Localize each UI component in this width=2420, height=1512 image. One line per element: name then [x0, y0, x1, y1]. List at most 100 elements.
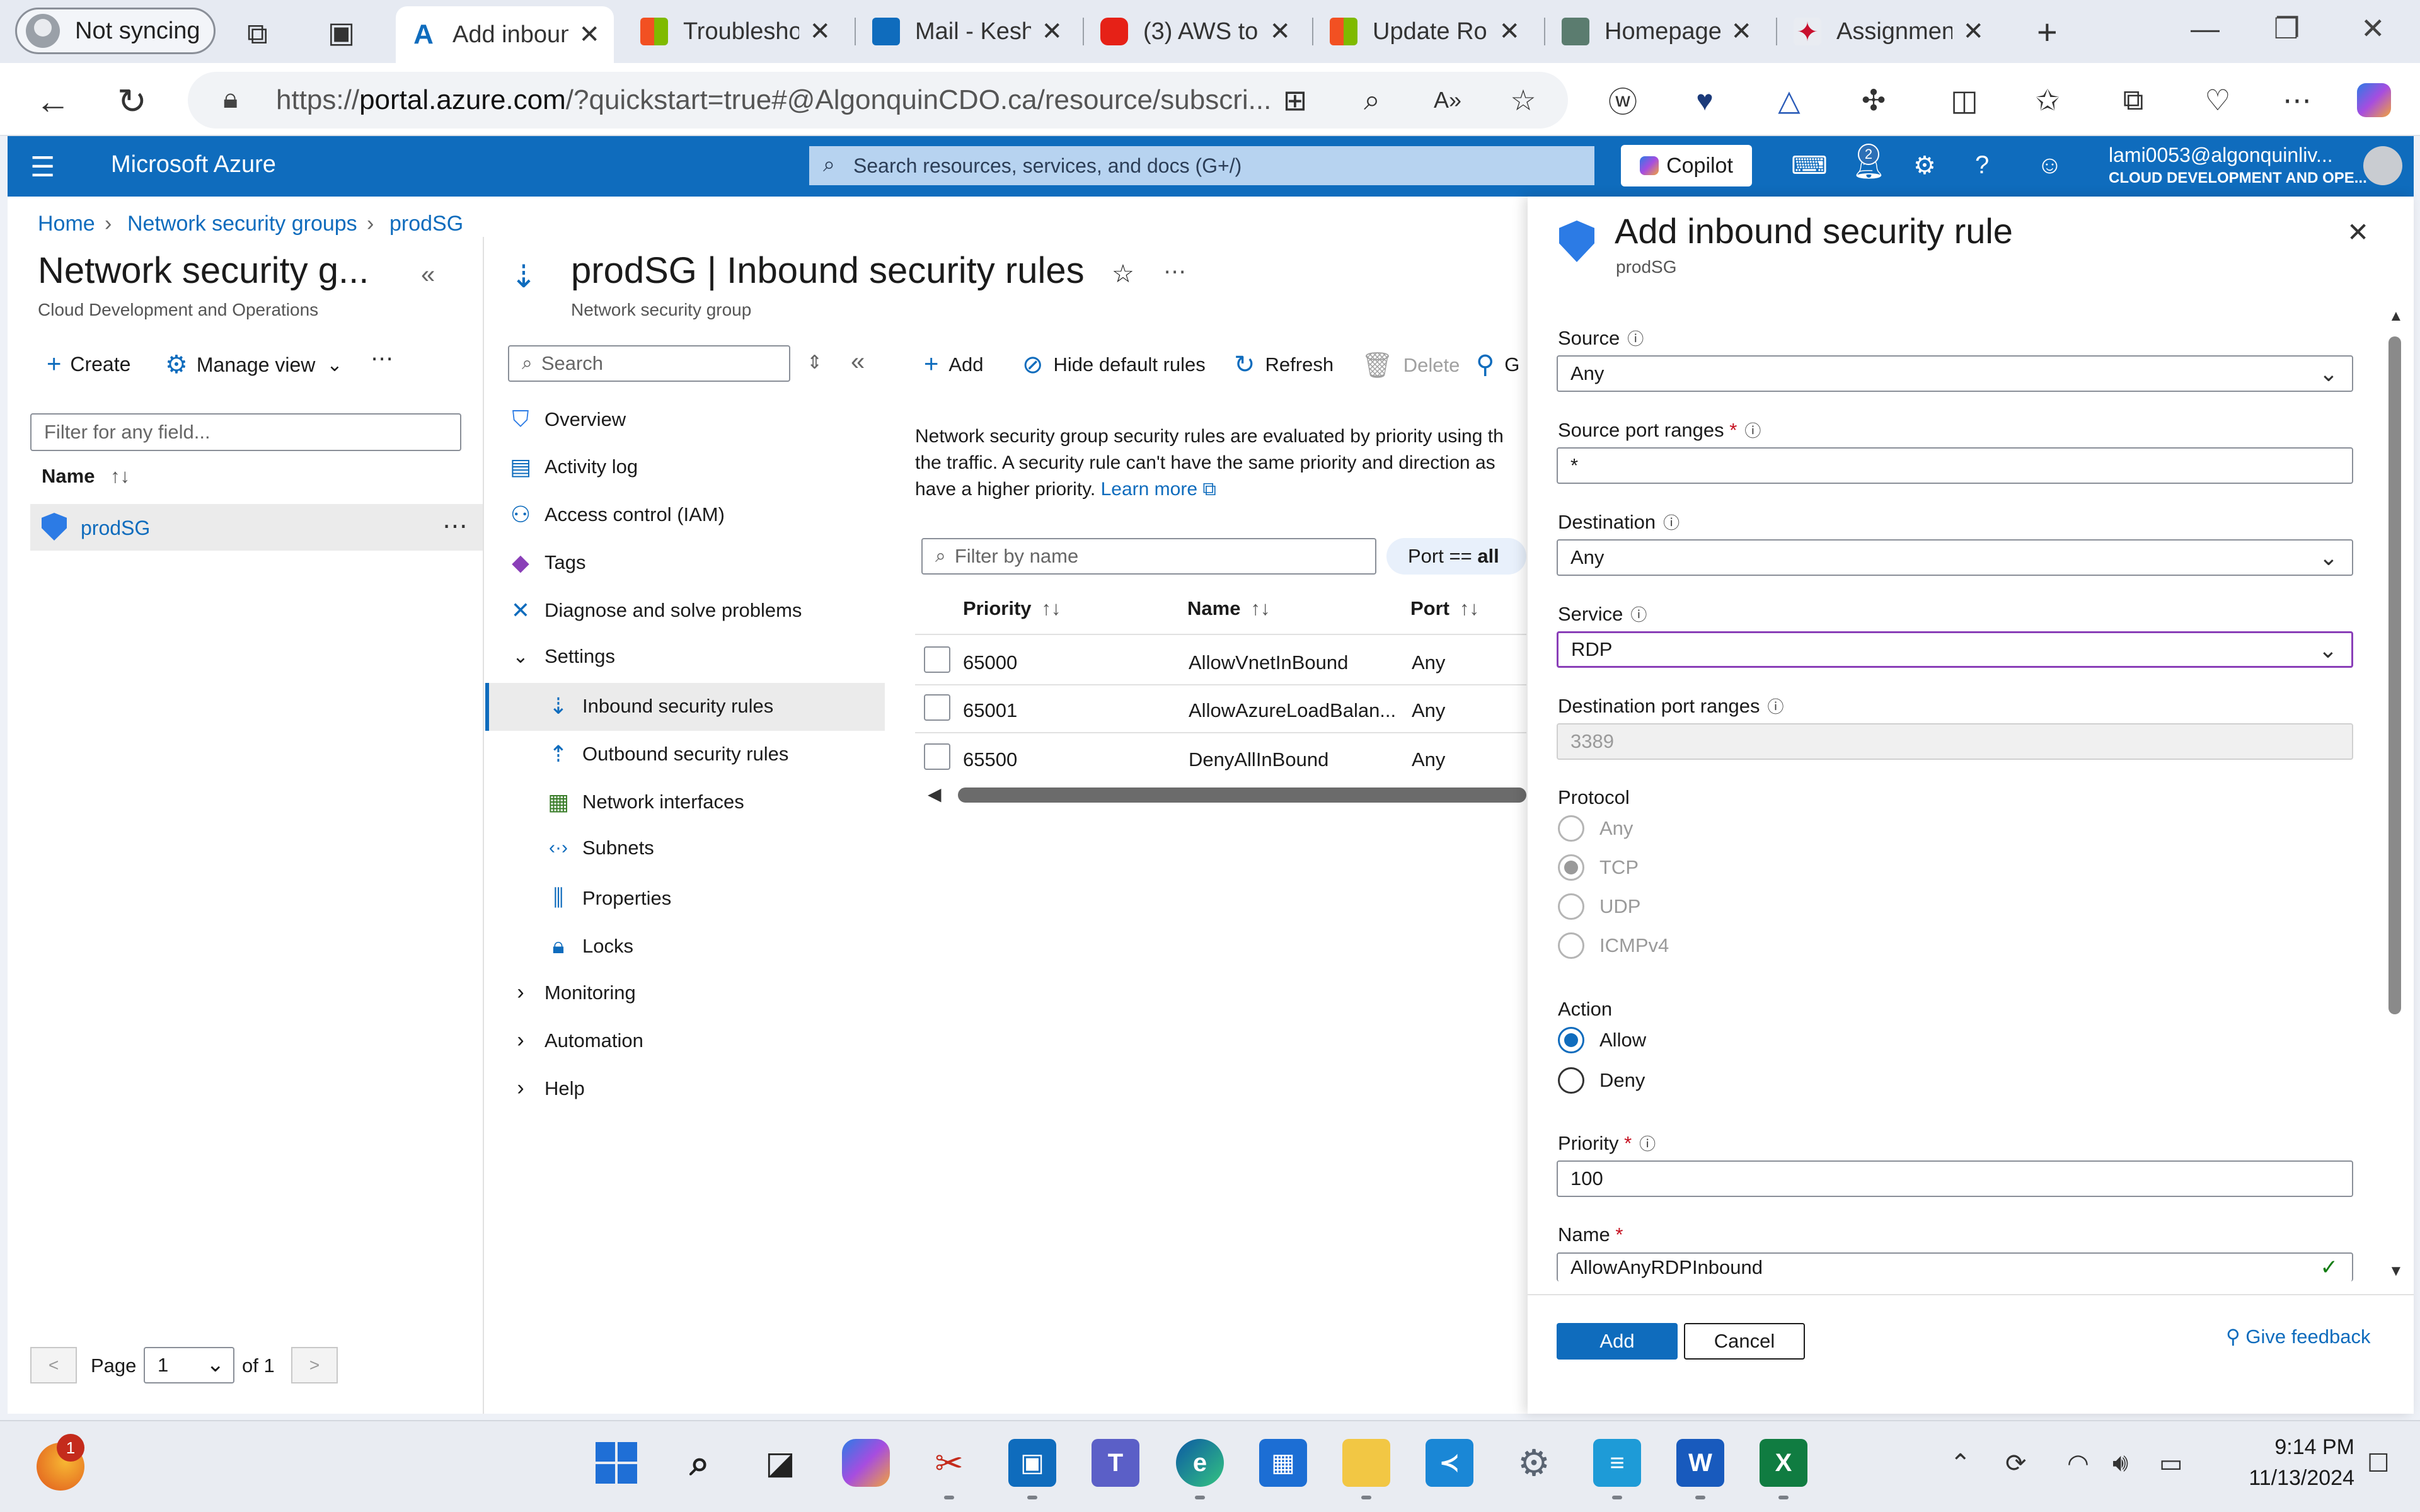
extensions-puzzle-icon[interactable]: ✣ [1857, 83, 1891, 117]
expand-collapse-icon[interactable]: ⇕ [807, 352, 822, 374]
tab-actions-icon[interactable]: ▣ [328, 15, 355, 49]
notification-center-icon[interactable]: ☐ [2367, 1449, 2390, 1478]
source-select[interactable]: Any ⌄ [1557, 355, 2353, 392]
horizontal-scrollbar[interactable] [958, 788, 1526, 803]
close-tab-icon[interactable]: ✕ [1269, 17, 1291, 46]
extension-w-icon[interactable]: ⓦ [1606, 83, 1640, 118]
volume-icon[interactable]: 🔊︎ [2112, 1449, 2128, 1477]
help-icon[interactable]: ? [1975, 151, 1989, 180]
wifi-icon[interactable]: ◠ [2067, 1449, 2089, 1478]
rule-name[interactable]: DenyAllInBound [1189, 748, 1328, 771]
tab-youtube[interactable]: (3) AWS to ✕ [1086, 6, 1305, 57]
profile-button[interactable]: Not syncing [15, 8, 216, 54]
favorites-icon[interactable]: ✩ [2031, 83, 2065, 117]
collections-icon[interactable]: ⧉ [2116, 83, 2150, 117]
favorite-star-icon[interactable]: ☆ [1506, 83, 1540, 117]
protocol-tcp-radio[interactable]: TCP [1558, 854, 1639, 881]
tab-update-roll[interactable]: Update Roll ✕ [1316, 6, 1534, 57]
copilot-app-icon[interactable] [842, 1439, 890, 1487]
row-checkbox[interactable] [924, 694, 950, 721]
more-commands-button[interactable]: ⚲ G [1476, 350, 1519, 379]
copilot-button[interactable]: Copilot [1621, 145, 1752, 186]
name-column-header[interactable]: Name ↑↓ [42, 465, 130, 488]
remote-desktop-icon[interactable]: ▣ [1008, 1439, 1056, 1487]
rule-name[interactable]: AllowAzureLoadBalan... [1189, 699, 1396, 722]
menu-help-group[interactable]: › Help [508, 1076, 584, 1101]
row-checkbox[interactable] [924, 646, 950, 673]
row-more-icon[interactable]: ⋯ [442, 512, 468, 541]
info-icon[interactable]: ⓘ [1630, 605, 1647, 624]
menu-diagnose[interactable]: ✕ Diagnose and solve problems [508, 597, 802, 624]
account-menu[interactable]: lami0053@algonquinliv... CLOUD DEVELOPME… [2109, 144, 2367, 187]
priority-column-header[interactable]: Priority ↑↓ [963, 597, 1061, 620]
rule-name[interactable]: AllowVnetInBound [1189, 651, 1348, 674]
breadcrumb-home[interactable]: Home [38, 212, 95, 236]
tab-assignment[interactable]: ✦ Assignment ✕ [1780, 6, 1998, 57]
page-select[interactable]: 1 ⌄ [144, 1347, 234, 1383]
menu-locks[interactable]: 🔒︎ Locks [546, 932, 633, 959]
menu-activity-log[interactable]: ▤ Activity log [508, 454, 638, 480]
settings-gear-icon[interactable]: ⚙ [1913, 151, 1936, 180]
menu-properties[interactable]: ⫼ Properties [546, 885, 672, 912]
collapse-menu-icon[interactable]: « [851, 348, 865, 376]
close-tab-icon[interactable]: ✕ [809, 17, 831, 46]
menu-inbound-rules[interactable]: ⇣ Inbound security rules [546, 693, 773, 719]
close-tab-icon[interactable]: ✕ [579, 20, 600, 49]
more-options-icon[interactable]: ⋯ [1163, 258, 1186, 285]
site-info-lock-icon[interactable]: 🔒︎ [223, 83, 238, 115]
edge-browser-icon[interactable]: e [1176, 1439, 1224, 1487]
nsg-item-link[interactable]: prodSG [81, 517, 150, 540]
more-menu-icon[interactable]: ⋯ [2280, 83, 2314, 117]
close-tab-icon[interactable]: ✕ [1962, 17, 1984, 46]
split-screen-icon[interactable]: ◫ [1947, 83, 1981, 117]
info-icon[interactable]: ⓘ [1639, 1135, 1656, 1154]
cloud-shell-icon[interactable]: ⌨ [1791, 151, 1828, 180]
panel-scrollbar[interactable] [2388, 336, 2401, 1014]
sync-icon[interactable]: ⟳ [2005, 1449, 2027, 1478]
store-icon[interactable]: ▦ [1259, 1439, 1307, 1487]
breadcrumb-prodsg[interactable]: prodSG [389, 212, 463, 236]
new-tab-icon[interactable]: + [2037, 11, 2058, 52]
tab-mail[interactable]: Mail - Kesh ✕ [858, 6, 1076, 57]
zoom-icon[interactable]: ⌕ [1355, 83, 1389, 117]
excel-icon[interactable]: X [1760, 1439, 1807, 1487]
teams-icon[interactable]: T [1092, 1439, 1139, 1487]
action-deny-radio[interactable]: Deny [1558, 1067, 1645, 1094]
task-view-icon[interactable]: ◪ [756, 1439, 804, 1487]
system-clock[interactable]: 9:14 PM 11/13/2024 [2222, 1435, 2354, 1491]
portal-menu-icon[interactable]: ☰ [30, 151, 55, 183]
file-explorer-icon[interactable] [1342, 1439, 1390, 1487]
tab-troubleshoot[interactable]: Troubleshoot ✕ [626, 6, 844, 57]
global-search-input[interactable]: ⌕ Search resources, services, and docs (… [809, 146, 1594, 185]
menu-overview[interactable]: ⛉ Overview [508, 406, 626, 433]
feedback-icon[interactable]: ☺ [2037, 151, 2063, 180]
menu-monitoring-group[interactable]: › Monitoring [508, 980, 635, 1005]
back-icon[interactable]: ← [35, 81, 71, 122]
port-filter-pill[interactable]: Port == all [1386, 538, 1526, 575]
vscode-icon[interactable]: ≺ [1426, 1439, 1473, 1487]
protocol-any-radio[interactable]: Any [1558, 815, 1633, 842]
port-column-header[interactable]: Port ↑↓ [1410, 597, 1479, 620]
more-options-icon[interactable]: ⋯ [371, 345, 393, 372]
info-icon[interactable]: ⓘ [1663, 513, 1680, 532]
scroll-down-icon[interactable]: ▼ [2388, 1263, 2404, 1280]
priority-input[interactable]: 100 [1557, 1160, 2353, 1197]
azure-brand[interactable]: Microsoft Azure [111, 151, 276, 178]
close-tab-icon[interactable]: ✕ [1499, 17, 1520, 46]
menu-outbound-rules[interactable]: ⇡ Outbound security rules [546, 741, 789, 767]
prev-page-button[interactable]: < [30, 1347, 77, 1383]
name-column-header[interactable]: Name ↑↓ [1187, 597, 1270, 620]
favorite-star-icon[interactable]: ☆ [1112, 260, 1134, 289]
scroll-left-icon[interactable]: ◀ [928, 784, 942, 805]
breadcrumb-nsg[interactable]: Network security groups [127, 212, 357, 236]
collapse-blade-icon[interactable]: « [421, 261, 435, 289]
scroll-up-icon[interactable]: ▲ [2388, 307, 2404, 325]
close-window-icon[interactable]: ✕ [2361, 11, 2385, 45]
word-icon[interactable]: W [1676, 1439, 1724, 1487]
read-aloud-icon[interactable]: A» [1431, 83, 1465, 117]
menu-network-interfaces[interactable]: ▦ Network interfaces [546, 789, 744, 815]
browser-essentials-icon[interactable]: ♡ [2201, 83, 2235, 117]
hide-default-rules-button[interactable]: ⊘ Hide default rules [1022, 350, 1206, 379]
give-feedback-link[interactable]: ⚲ Give feedback [2226, 1326, 2371, 1348]
notepad-icon[interactable]: ≡ [1593, 1439, 1641, 1487]
